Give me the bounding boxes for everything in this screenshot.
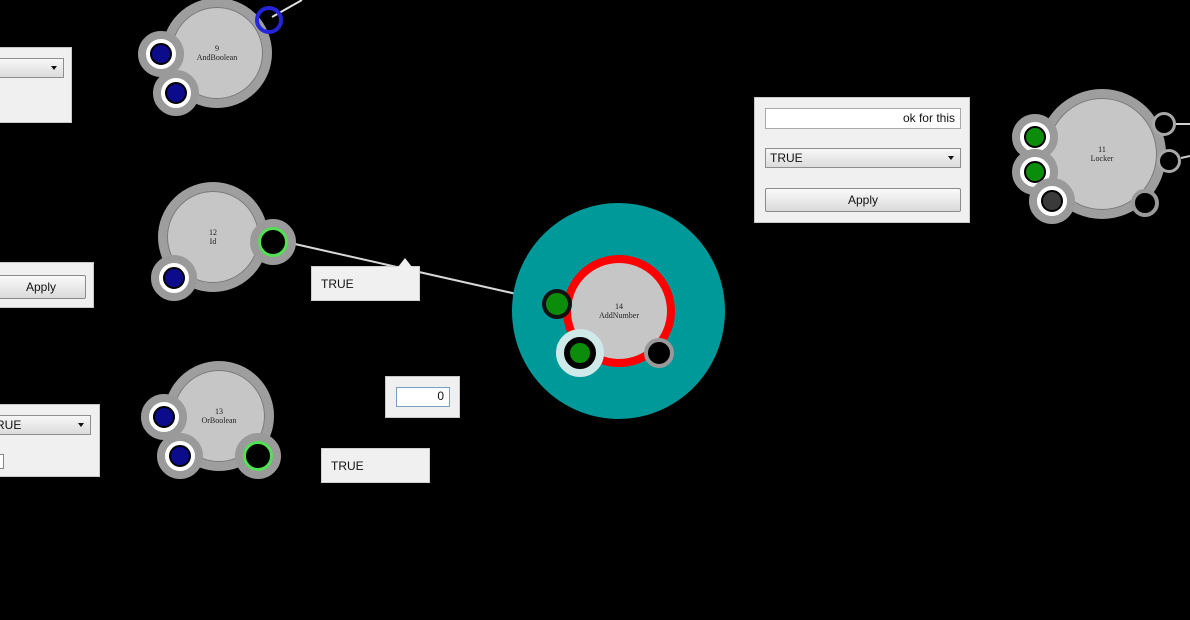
addnumber-output-port[interactable] [644, 338, 674, 368]
port-dot [1137, 195, 1153, 211]
node-id: 9 [215, 44, 219, 53]
port-dot [261, 230, 285, 254]
orboolean-input-port-2[interactable] [157, 433, 203, 479]
left-panel-bottom-checkbox[interactable] [0, 454, 4, 469]
port-dot [1024, 126, 1046, 148]
andboolean-output-port[interactable] [255, 6, 283, 34]
port-dot [163, 267, 185, 289]
locker-output-port-3[interactable] [1131, 189, 1159, 217]
chevron-down-icon [51, 66, 57, 70]
left-panel-top [0, 47, 72, 123]
number-input-panel: 0 [385, 376, 460, 418]
node-label: 14 AddNumber [571, 302, 667, 320]
node-id: 14 [615, 302, 623, 311]
port-dot [150, 43, 172, 65]
port-dot [153, 406, 175, 428]
chevron-down-icon [948, 156, 954, 160]
id-output-pointer [398, 258, 412, 267]
node-graph-canvas[interactable]: Apply RUE 9 AndBoolean 12 Id 13 OrBoolea… [0, 0, 1190, 620]
id-output-value-label: TRUE [311, 266, 420, 301]
node-name: Locker [1090, 154, 1114, 163]
left-panel-middle: Apply [0, 262, 94, 308]
port-dot [1041, 190, 1063, 212]
id-input-port[interactable] [151, 255, 197, 301]
node-label: 12 Id [167, 228, 259, 246]
left-select-value: RUE [0, 418, 22, 432]
locker-select-value: TRUE [770, 151, 803, 165]
number-input[interactable]: 0 [396, 387, 450, 407]
left-panel-bottom-select[interactable]: RUE [0, 415, 91, 435]
left-apply-button[interactable]: Apply [0, 275, 86, 299]
locker-output-port-1[interactable] [1152, 112, 1176, 136]
node-id: 12 [209, 228, 217, 237]
locker-config-panel: ok for this TRUE Apply [754, 97, 970, 223]
port-dot [548, 295, 566, 313]
locker-input-port-3[interactable] [1029, 178, 1075, 224]
port-dot [650, 344, 668, 362]
left-panel-bottom: RUE [0, 404, 100, 477]
wire-locker-out-2[interactable] [1180, 155, 1190, 159]
locker-output-port-2[interactable] [1157, 149, 1181, 173]
chevron-down-icon [78, 423, 84, 427]
port-dot [568, 341, 592, 365]
locker-select[interactable]: TRUE [765, 148, 961, 168]
locker-text-input[interactable]: ok for this [765, 108, 961, 129]
node-name: AndBoolean [196, 53, 238, 62]
node-name: Id [209, 237, 217, 246]
node-name: AddNumber [599, 311, 639, 320]
node-label: 11 Locker [1047, 145, 1157, 163]
andboolean-input-port-2[interactable] [153, 70, 199, 116]
orboolean-output-port[interactable] [235, 433, 281, 479]
node-id: 11 [1098, 145, 1106, 154]
id-output-port[interactable] [250, 219, 296, 265]
addnumber-input-port-1[interactable] [542, 289, 572, 319]
port-dot [165, 82, 187, 104]
node-label: 9 AndBoolean [171, 44, 263, 62]
port-dot [246, 444, 270, 468]
port-dot [169, 445, 191, 467]
left-panel-top-select[interactable] [0, 58, 64, 78]
or-output-value-label: TRUE [321, 448, 430, 483]
addnumber-input-port-2[interactable] [556, 329, 604, 377]
locker-apply-button[interactable]: Apply [765, 188, 961, 212]
